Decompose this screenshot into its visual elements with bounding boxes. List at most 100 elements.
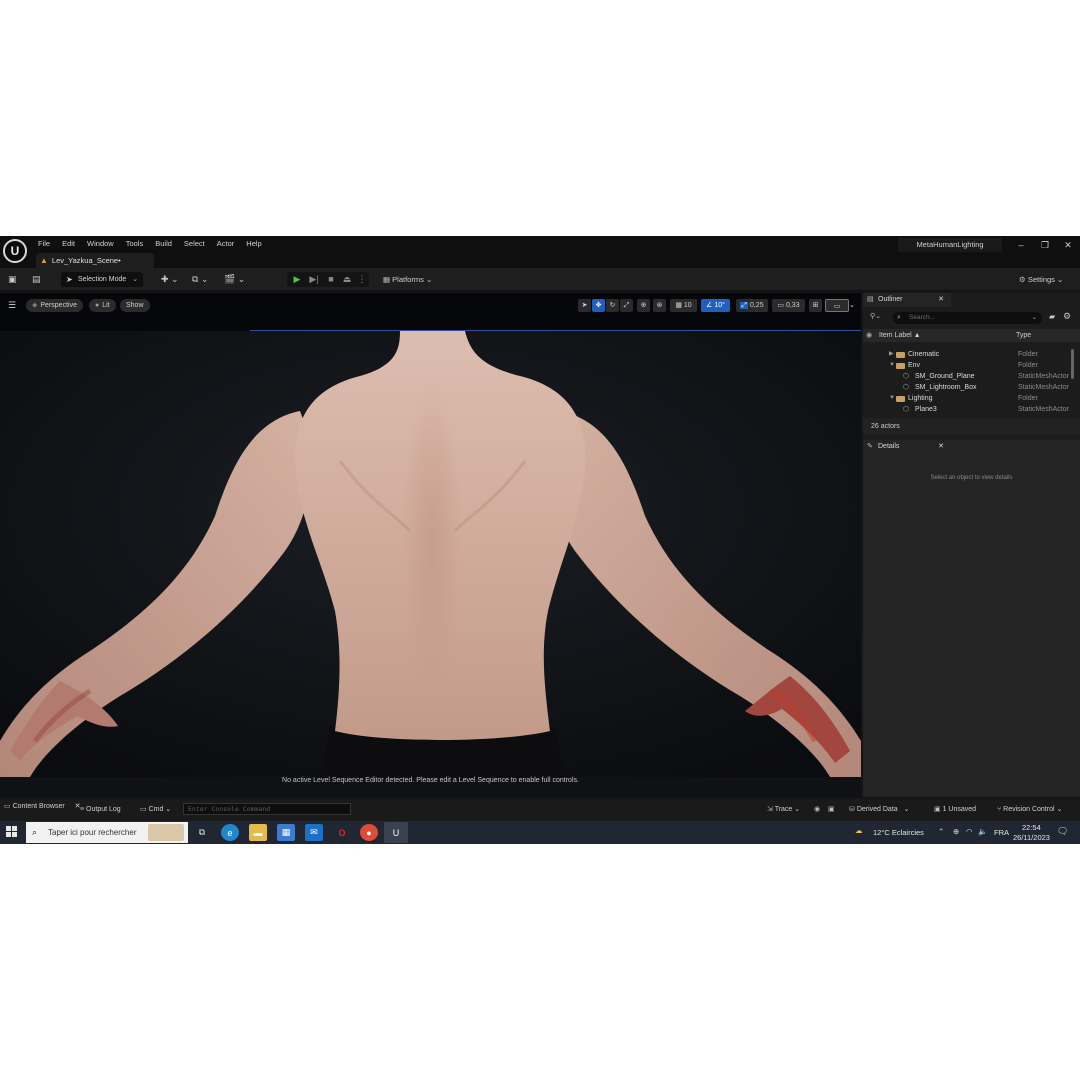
edge-icon[interactable]: e — [221, 824, 239, 841]
revision-control-dropdown[interactable]: ⑂ Revision Control ⌄ — [997, 803, 1062, 817]
wifi-icon[interactable]: ◠ — [966, 827, 973, 836]
lit-button[interactable]: ● Lit — [89, 299, 116, 312]
filter-icon[interactable]: ⚲⌄ — [870, 312, 881, 320]
console-command-input[interactable]: Enter Console Command — [183, 803, 351, 815]
chevron-up-icon[interactable]: ⌃ — [938, 827, 944, 836]
clock-time[interactable]: 22:54 — [1022, 823, 1041, 832]
unsaved-button[interactable]: ▣ 1 Unsaved — [934, 803, 976, 817]
play-icon[interactable]: ▶ — [290, 272, 304, 287]
outliner-row-sm-ground-plane[interactable]: ⬡ SM_Ground_Plane StaticMeshActor — [863, 371, 1070, 382]
menu-actor[interactable]: Actor — [211, 238, 241, 250]
derived-data-dropdown[interactable]: ⛁ Derived Data ⌄ — [849, 803, 909, 817]
search-icon: ⌕ — [32, 827, 38, 837]
menu-select[interactable]: Select — [178, 238, 211, 250]
outliner-scrollbar[interactable] — [1071, 349, 1074, 379]
add-actor-icon[interactable]: ✚ ⌄ — [161, 273, 179, 286]
outliner-row-plane3[interactable]: ⬡ Plane3 StaticMeshActor — [863, 404, 1070, 415]
select-tool-icon[interactable]: ➤ — [578, 299, 591, 312]
cinematics-icon[interactable]: 🎬 ⌄ — [224, 273, 245, 286]
outliner-row-sm-lightroom-box[interactable]: ⬡ SM_Lightroom_Box StaticMeshActor — [863, 382, 1070, 393]
collapse-arrow-icon[interactable]: ▼ — [889, 360, 895, 371]
collapse-arrow-icon[interactable]: ▼ — [889, 393, 895, 404]
camera-speed-button[interactable]: ▭ 0,33 — [772, 299, 805, 312]
weather-text[interactable]: 12°C Eclaircies — [873, 828, 924, 837]
close-icon[interactable]: ✕ — [938, 440, 944, 454]
outliner-tab[interactable]: ▤ Outliner ✕ — [863, 293, 951, 307]
content-browser-button[interactable]: ▭ Content Browser ✕ — [4, 800, 81, 814]
grid-snap-button[interactable]: ▦ 10 — [670, 299, 697, 312]
windows-start-icon[interactable] — [6, 826, 18, 838]
outliner-search-input[interactable]: ⌕ Search... ⌄ — [893, 312, 1042, 324]
details-tab[interactable]: ✎ Details ✕ — [863, 440, 951, 454]
close-icon[interactable]: ✕ — [938, 293, 944, 307]
rotation-snap-button[interactable]: ∠ 10° — [701, 299, 730, 312]
mail-icon[interactable]: ✉ — [305, 824, 323, 841]
taskbar-search-input[interactable]: ⌕ Taper ici pour rechercher — [26, 822, 188, 843]
revision-control-label: Revision Control — [1003, 806, 1055, 813]
column-item-label[interactable]: Item Label ▲ — [879, 329, 921, 342]
save-icon[interactable]: ▣ — [8, 273, 17, 286]
column-type[interactable]: Type — [1016, 329, 1031, 342]
settings-dropdown[interactable]: ⚙ Settings ⌄ — [1019, 272, 1063, 287]
selection-mode-dropdown[interactable]: ➤ Selection Mode ⌄ — [61, 272, 143, 287]
level-document-tab[interactable]: ▲ Lev_Yazkua_Scene• — [36, 253, 154, 268]
cmd-dropdown[interactable]: ▭ Cmd ⌄ — [140, 803, 171, 817]
language-indicator[interactable]: FRA — [994, 828, 1009, 837]
add-folder-icon[interactable]: ▰ — [1049, 312, 1055, 321]
notification-icon[interactable]: 🗨 — [1057, 826, 1068, 837]
world-space-icon[interactable]: ⊕ — [637, 299, 650, 312]
viewport-size-icon[interactable]: ▭ — [825, 299, 849, 312]
output-log-button[interactable]: ≡ Output Log — [80, 803, 121, 817]
eject-icon[interactable]: ⏏ — [340, 272, 354, 287]
restore-button[interactable]: ❐ — [1036, 239, 1054, 251]
network-icon[interactable]: ⊕ — [953, 827, 959, 836]
level-viewport[interactable]: ☰ ◈ Perspective ● Lit Show ➤ ✥ ↻ ⤢ ⊕ ⊛ ▦ 1… — [0, 293, 861, 797]
scale-snap-button[interactable]: ⤢ 0,25 — [736, 299, 768, 312]
more-options-icon[interactable]: ⋮ — [355, 272, 369, 287]
chrome-icon[interactable]: ● — [360, 824, 378, 841]
record-icon[interactable]: ◉ — [814, 803, 820, 817]
outliner-row-cinematic[interactable]: ▶ Cinematic Folder — [863, 349, 1070, 360]
menu-edit[interactable]: Edit — [56, 238, 81, 250]
hamburger-menu-icon[interactable]: ☰ — [8, 300, 16, 311]
menu-tools[interactable]: Tools — [120, 238, 150, 250]
trace-dropdown[interactable]: ⇲ Trace ⌄ — [767, 803, 800, 817]
rotation-snap-value: 10° — [714, 302, 725, 309]
expand-arrow-icon[interactable]: ▶ — [889, 349, 894, 360]
weather-icon[interactable]: ☁ — [855, 826, 863, 835]
folder-open-icon — [896, 396, 905, 402]
unreal-taskbar-icon[interactable]: U — [384, 822, 408, 843]
outliner-row-lighting[interactable]: ▼ Lighting Folder — [863, 393, 1070, 404]
surface-snap-icon[interactable]: ⊛ — [653, 299, 666, 312]
chevron-down-icon[interactable]: ⌄ — [847, 299, 857, 312]
file-explorer-icon[interactable]: ▬ — [249, 824, 267, 841]
menu-help[interactable]: Help — [240, 238, 267, 250]
gear-icon[interactable]: ⚙ — [1063, 311, 1071, 322]
camera-icon[interactable]: ▣ — [828, 803, 835, 817]
step-icon[interactable]: ▶| — [307, 272, 321, 287]
content-icon[interactable]: ▤ — [32, 273, 41, 286]
volume-icon[interactable]: 🔈 — [978, 827, 987, 836]
menu-file[interactable]: File — [32, 238, 56, 250]
menu-window[interactable]: Window — [81, 238, 120, 250]
layout-icon[interactable]: ⊞ — [809, 299, 822, 312]
rotate-tool-icon[interactable]: ↻ — [606, 299, 619, 312]
menu-build[interactable]: Build — [149, 238, 178, 250]
outliner-row-env[interactable]: ▼ Env Folder — [863, 360, 1070, 371]
close-button[interactable]: ✕ — [1059, 239, 1077, 251]
scale-tool-icon[interactable]: ⤢ — [620, 299, 633, 312]
list-item-partial — [863, 344, 1070, 348]
unreal-logo-icon[interactable]: U — [3, 239, 27, 263]
minimize-button[interactable]: – — [1012, 239, 1030, 251]
move-tool-icon[interactable]: ✥ — [592, 299, 605, 312]
show-button[interactable]: Show — [120, 299, 150, 312]
store-icon[interactable]: ▦ — [277, 824, 295, 841]
stop-icon[interactable]: ■ — [324, 272, 338, 287]
visibility-icon[interactable]: ◉ — [866, 329, 872, 342]
opera-icon[interactable]: O — [333, 824, 351, 841]
platforms-dropdown[interactable]: ▦ Platforms ⌄ — [383, 272, 432, 287]
perspective-button[interactable]: ◈ Perspective — [26, 299, 83, 312]
task-view-icon[interactable]: ⧉ — [193, 824, 211, 841]
blueprint-icon[interactable]: ⧉ ⌄ — [192, 273, 208, 286]
clock-date[interactable]: 26/11/2023 — [1013, 833, 1050, 842]
